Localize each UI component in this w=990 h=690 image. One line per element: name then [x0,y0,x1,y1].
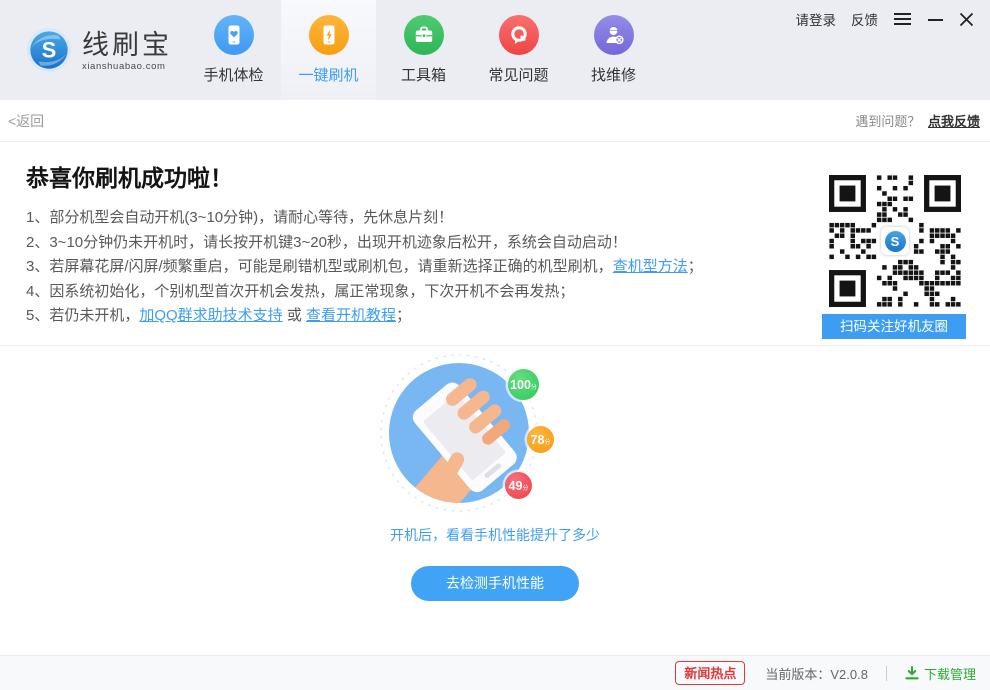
tab-label: 手机体检 [203,64,263,85]
score-badge-78: 78分 [527,426,554,453]
tab-label: 找维修 [591,64,636,85]
tab-one-key-flash[interactable]: 一键刷机 [281,0,376,100]
step-text: ； [396,307,411,324]
window-controls: 请登录 反馈 [796,9,975,29]
issue-prompt: 遇到问题？ 点我反馈 [855,111,980,130]
step-text: 5、若仍未开机， [26,307,139,324]
app-header: S 线刷宝 xianshuabao.com 手机体检 [0,0,990,100]
promo-caption: 开机后，看看手机性能提升了多少 [0,525,990,545]
step-text: 2、3~10分钟仍未开机时，请长按开机键3~20秒，出现开机迹象后松开，系统会自… [26,234,627,251]
download-label: 下载管理 [924,664,976,683]
step-text: ； [688,258,703,275]
news-hotspot-badge[interactable]: 新闻热点 [675,661,745,685]
step-text: 3、若屏幕花屏/闪屏/频繁重启，可能是刷错机型或刷机包，请重新选择正确的机型刷机… [26,258,613,275]
qr-panel: S 扫码关注好机友圈 [822,175,968,339]
menu-icon[interactable] [893,12,912,26]
tab-toolbox[interactable]: 工具箱 [376,0,471,100]
status-bar: 新闻热点 当前版本：V2.0.8 下载管理 [0,655,990,690]
close-icon[interactable] [959,12,974,27]
brand-domain: xianshuabao.com [82,61,172,72]
tab-find-repair[interactable]: 找维修 [566,0,661,100]
tab-phone-checkup[interactable]: 手机体检 [186,0,281,100]
brand-s-icon: S [26,27,72,73]
score-badge-100: 100分 [508,369,539,400]
performance-promo-section: 100分 78分 49分 开机后，看看手机性能提升了多少 去检测手机性能 [0,353,990,601]
download-manager-button[interactable]: 下载管理 [905,664,976,683]
check-model-link[interactable]: 查机型方法 [613,258,688,275]
qr-center-logo: S [881,227,909,255]
minimize-icon[interactable] [927,12,944,26]
back-button[interactable]: <返回 [8,111,44,131]
feedback-link[interactable]: 反馈 [851,9,878,29]
hand-phone-graphic [379,353,589,516]
brand-name: 线刷宝 [82,30,172,60]
flash-phone-icon [309,15,349,55]
tab-label: 一键刷机 [298,64,358,85]
footer-divider [886,666,887,681]
success-section: 恭喜你刷机成功啦！ 1、部分机型会自动开机(3~10分钟)，请耐心等待，先休息片… [0,142,990,346]
login-link[interactable]: 请登录 [796,9,837,29]
tab-label: 常见问题 [488,64,548,85]
toolbox-icon [404,15,444,55]
test-performance-button[interactable]: 去检测手机性能 [411,566,579,601]
step-text: 4、因系统初始化，个别机型首次开机会发热，属正常现象，下次开机不会再发热； [26,283,574,300]
tab-label: 工具箱 [401,64,446,85]
svg-text:S: S [42,38,57,63]
app-logo: S 线刷宝 xianshuabao.com [0,0,186,100]
step-text: 或 [283,307,306,324]
step-text: 1、部分机型会自动开机(3~10分钟)，请耐心等待，先休息片刻！ [26,209,453,226]
follow-wechat-button[interactable]: 扫码关注好机友圈 [822,314,966,339]
issue-prompt-text: 遇到问题？ [855,114,920,129]
faq-icon [499,15,539,55]
sub-toolbar: <返回 遇到问题？ 点我反馈 [0,100,990,142]
issue-feedback-link[interactable]: 点我反馈 [928,114,980,129]
phone-health-icon [214,15,254,55]
main-nav: 手机体检 一键刷机 工具箱 [186,0,661,100]
qq-group-link[interactable]: 加QQ群求助技术支持 [139,307,282,324]
hand-phone-illustration: 100分 78分 49分 [379,353,589,516]
qr-code: S [829,175,961,307]
tab-faq[interactable]: 常见问题 [471,0,566,100]
download-icon [905,666,919,680]
score-badge-49: 49分 [505,472,532,499]
boot-tutorial-link[interactable]: 查看开机教程 [306,307,396,324]
repair-icon [594,15,634,55]
version-label: 当前版本：V2.0.8 [765,664,868,683]
